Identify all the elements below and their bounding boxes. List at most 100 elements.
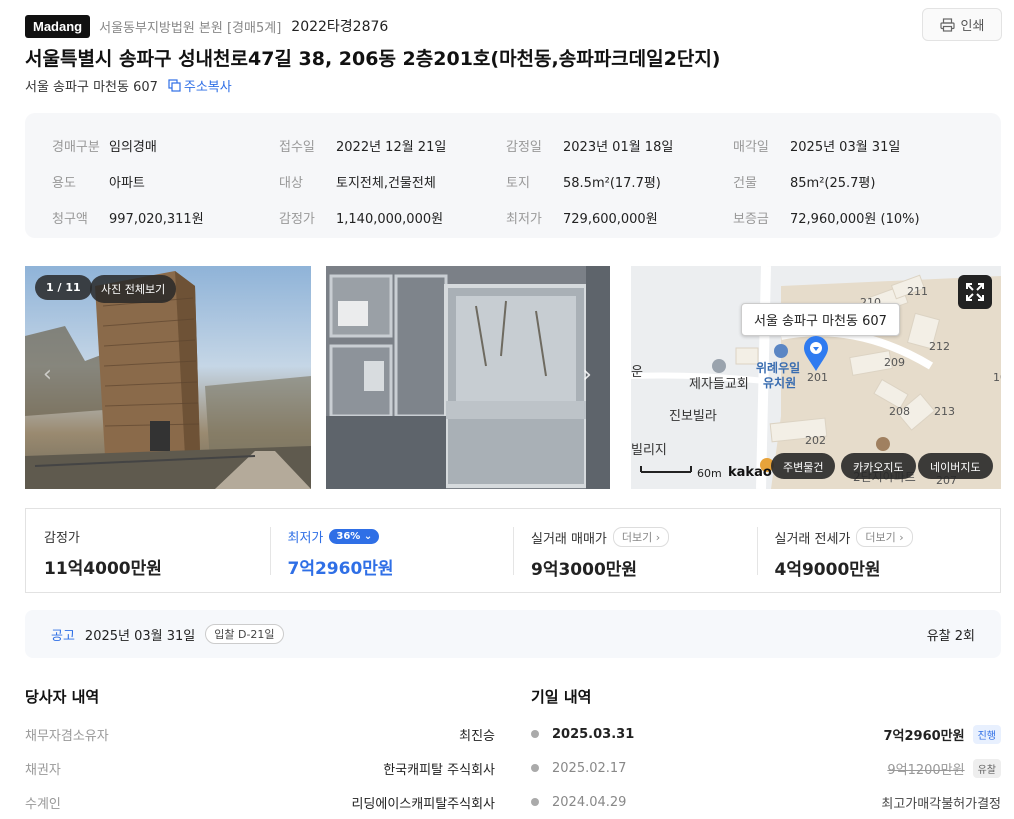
property-photo-exterior[interactable]: 1 / 11 사진 전체보기 ‹ <box>25 266 311 489</box>
info-value: 아파트 <box>109 175 145 191</box>
appraisal-label: 감정가 <box>44 531 80 546</box>
real-trade-sale-more-button[interactable]: 더보기 › <box>612 527 670 547</box>
svg-text:위례우일: 위례우일 <box>756 360 800 375</box>
real-trade-jeonse-more-button[interactable]: 더보기 › <box>856 527 913 547</box>
court-name: 서울동부지방법원 본원 [경매5계] <box>99 20 282 36</box>
page-title: 서울특별시 송파구 성내천로47길 38, 206동 2층201호(마천동,송파… <box>25 48 721 70</box>
history-title: 기일 내역 <box>531 688 592 706</box>
list-item: 채권자 한국캐피탈 주식회사 <box>25 762 495 778</box>
info-value: 72,960,000원 (10%) <box>790 211 920 227</box>
copy-address-button[interactable]: 주소복사 <box>168 76 232 95</box>
info-cell: 최저가 729,600,000원 <box>506 199 733 235</box>
real-trade-sale-label: 실거래 매매가 <box>531 531 607 547</box>
info-value: 2025년 03월 31일 <box>790 139 901 155</box>
next-photo-icon[interactable]: › <box>582 360 592 388</box>
svg-text:빌리지: 빌리지 <box>631 443 667 458</box>
info-cell: 경매구분 임의경매 <box>52 127 279 163</box>
real-trade-sale-price: 실거래 매매가 더보기 › 9억3000만원 <box>513 509 757 592</box>
chevron-down-icon: ⌄ <box>363 531 373 542</box>
real-trade-jeonse-label: 실거래 전세가 <box>774 531 851 547</box>
minimum-value: 7억2960만원 <box>287 559 394 579</box>
print-button[interactable]: 인쇄 <box>922 8 1002 41</box>
list-item: 2024.04.29 최고가매각불허가결정 <box>531 785 1001 819</box>
timeline-dot <box>531 798 539 806</box>
svg-text:202: 202 <box>805 434 826 447</box>
info-value: 729,600,000원 <box>563 211 658 227</box>
case-number: 2022타경2876 <box>291 19 389 35</box>
info-cell: 접수일 2022년 12월 21일 <box>279 127 506 163</box>
status-badge: 유찰 <box>972 758 1001 778</box>
bid-dday-badge: 입찰 D-21일 <box>205 624 284 644</box>
notice-label: 공고 <box>51 628 75 644</box>
prev-photo-icon[interactable]: ‹ <box>43 362 52 387</box>
fullscreen-map-button[interactable] <box>958 275 992 309</box>
info-key: 보증금 <box>733 211 769 227</box>
naver-map-button[interactable]: 네이버지도 <box>918 453 993 479</box>
info-key: 감정가 <box>279 211 315 227</box>
svg-text:제자들교회: 제자들교회 <box>689 377 749 392</box>
minimum-price: 최저가 36% ⌄ 7억2960만원 <box>269 509 514 592</box>
info-cell: 용도 아파트 <box>52 163 279 199</box>
nearby-properties-button[interactable]: 주변물건 <box>771 453 836 479</box>
brand-badge: Madang <box>25 14 91 38</box>
info-cell: 보증금 72,960,000원 (10%) <box>733 199 960 235</box>
appraisal-value: 11억4000만원 <box>44 559 162 579</box>
property-photo-entrance[interactable]: › <box>326 266 610 489</box>
printer-icon <box>939 17 955 32</box>
info-cell: 감정가 1,140,000,000원 <box>279 199 506 235</box>
copy-address-label: 주소복사 <box>183 80 232 95</box>
view-all-photos-button[interactable]: 사진 전체보기 <box>90 275 177 303</box>
info-value: 1,140,000,000원 <box>336 211 444 227</box>
kakao-map-button[interactable]: 카카오지도 <box>841 453 916 479</box>
map-scale: 60m <box>697 467 722 480</box>
info-grid: 경매구분 임의경매 접수일 2022년 12월 21일 감정일 2023년 01월 18일… <box>52 127 960 235</box>
copy-icon <box>168 79 181 92</box>
location-pin-icon <box>804 336 828 371</box>
info-value: 2023년 01월 18일 <box>563 139 674 155</box>
history-amount: 최고가매각불허가결정 <box>881 796 1001 812</box>
list-item: 2025.02.17 9억1200만원 유찰 <box>531 751 1001 785</box>
real-trade-sale-value: 9억3000만원 <box>531 560 638 580</box>
svg-text:10: 10 <box>993 371 1001 384</box>
notice-bar: 공고 2025년 03월 31일 입찰 D-21일 유찰 2회 <box>25 610 1001 658</box>
discount-badge: 36% ⌄ <box>329 529 380 544</box>
history-date: 2025.02.17 <box>552 760 627 776</box>
svg-text:213: 213 <box>934 405 955 418</box>
info-value: 임의경매 <box>109 139 157 155</box>
entrance-image <box>326 266 610 489</box>
history-amount: 9억1200만원 <box>887 762 965 778</box>
auction-info-box: 경매구분 임의경매 접수일 2022년 12월 21일 감정일 2023년 01월 18일… <box>25 113 1001 238</box>
parties-title: 당사자 내역 <box>25 688 100 706</box>
fail-count: 유찰 2회 <box>926 628 975 644</box>
notice-date: 2025년 03월 31일 <box>84 628 196 644</box>
list-item: 2025.03.31 7억2960만원 진행 <box>531 717 1001 751</box>
info-key: 경매구분 <box>52 139 100 155</box>
auction-history-list: 2025.03.31 7억2960만원 진행 2025.02.17 9억1200… <box>531 717 1001 819</box>
history-date: 2024.04.29 <box>552 794 627 810</box>
info-key: 최저가 <box>506 211 542 227</box>
svg-text:209: 209 <box>884 356 905 369</box>
info-cell: 토지 58.5m²(17.7평) <box>506 163 733 199</box>
info-key: 청구액 <box>52 211 88 227</box>
info-value: 85m²(25.7평) <box>790 175 876 191</box>
svg-text:211: 211 <box>907 285 928 298</box>
svg-text:유치원: 유치원 <box>763 375 796 390</box>
location-map[interactable]: 위례우일 유치원 제자들교회 진보빌라 빌리지 운 201 202 208 20… <box>631 266 1001 489</box>
price-summary: 감정가 11억4000만원 최저가 36% ⌄ 7억2960만원 실거래 매매가… <box>25 508 1001 593</box>
info-key: 건물 <box>733 175 757 191</box>
real-trade-jeonse-value: 4억9000만원 <box>774 560 881 580</box>
info-value: 토지전체,건물전체 <box>336 175 436 191</box>
info-key: 매각일 <box>733 139 769 155</box>
top-bar: Madang 서울동부지방법원 본원 [경매5계] 2022타경2876 인쇄 <box>25 8 1002 42</box>
info-value: 58.5m²(17.7평) <box>563 175 661 191</box>
chevron-right-icon: › <box>899 531 904 544</box>
info-key: 대상 <box>279 175 303 191</box>
chevron-right-icon: › <box>655 531 661 544</box>
svg-text:212: 212 <box>929 340 950 353</box>
timeline-dot <box>531 730 539 738</box>
svg-text:208: 208 <box>889 405 910 418</box>
timeline-dot <box>531 764 539 772</box>
sub-address-row: 서울 송파구 마천동 607 주소복사 <box>25 76 232 95</box>
info-cell: 매각일 2025년 03월 31일 <box>733 127 960 163</box>
list-item: 채무자겸소유자 최진승 <box>25 728 495 744</box>
